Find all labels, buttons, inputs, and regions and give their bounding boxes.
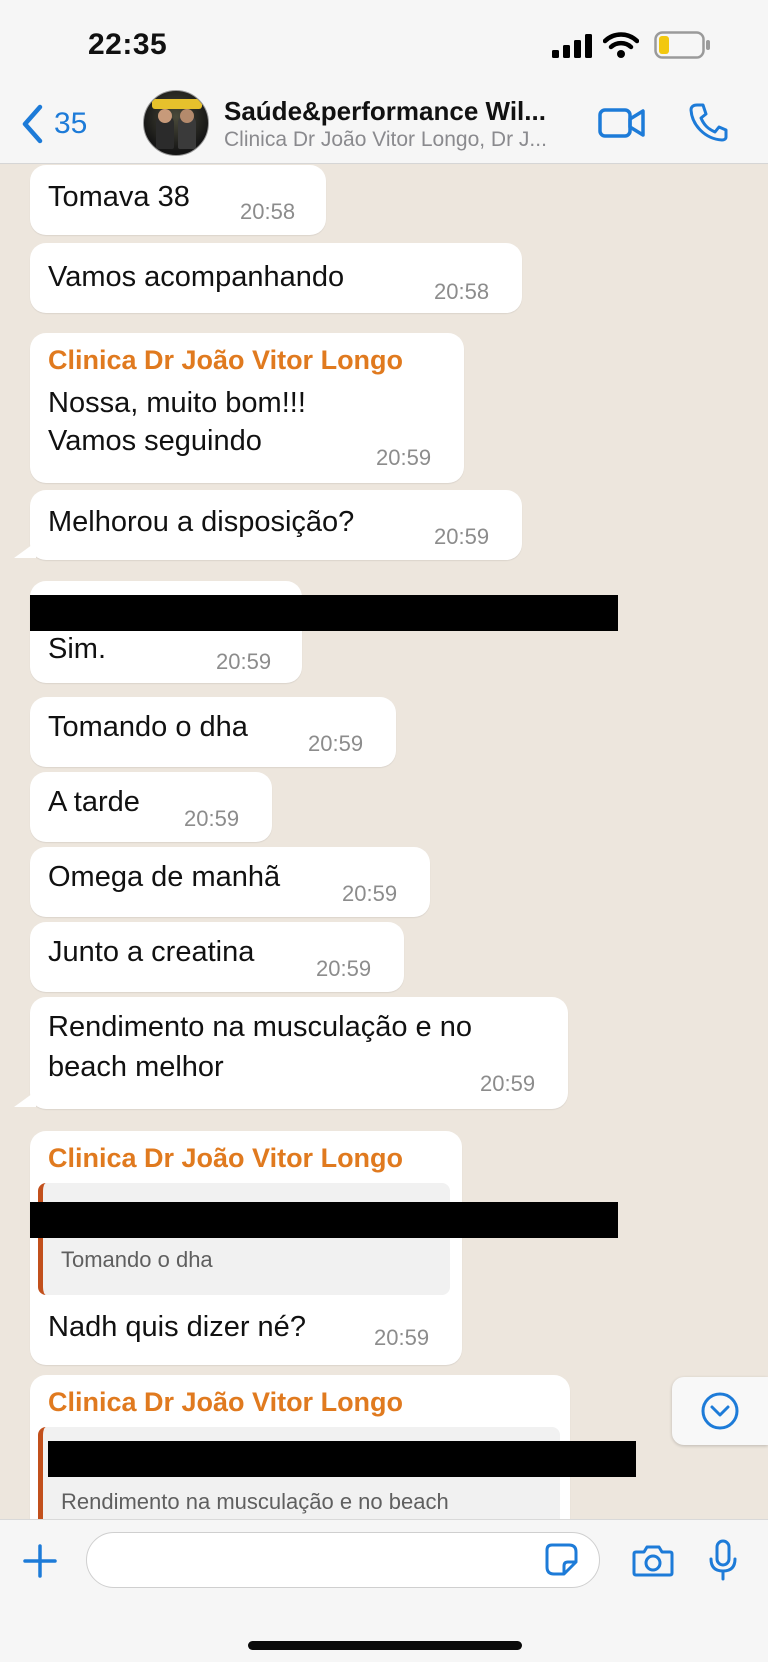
chat-participants[interactable]: Clinica Dr João Vitor Longo, Dr J... <box>224 128 547 152</box>
message-time: 20:59 <box>342 881 398 906</box>
message-time: 20:59 <box>184 806 240 831</box>
message-time: 20:59 <box>308 731 364 756</box>
message-text: A tarde <box>48 786 140 818</box>
message-text-line: Nossa, muito bom!!! <box>48 387 306 419</box>
redacted-block <box>48 1441 636 1477</box>
message-sender: Clinica Dr João Vitor Longo <box>48 1387 404 1417</box>
plus-icon[interactable] <box>22 1543 58 1579</box>
scroll-to-bottom-button[interactable] <box>672 1377 768 1445</box>
message-time: 20:58 <box>240 199 296 224</box>
message-time: 20:59 <box>480 1071 536 1096</box>
phone-icon[interactable] <box>688 102 728 142</box>
chat-title[interactable]: Saúde&performance Wil... <box>224 96 546 127</box>
back-button[interactable]: 35 <box>20 98 87 150</box>
message-bubble[interactable]: Melhorou a disposição? 20:59 <box>30 490 522 560</box>
message-bubble[interactable]: Clinica Dr João Vitor Longo Tomando o dh… <box>30 1131 462 1365</box>
message-text: Nadh quis dizer né? <box>48 1311 306 1343</box>
bubble-tail <box>14 542 36 558</box>
wifi-icon <box>603 32 639 58</box>
video-call-icon[interactable] <box>598 106 646 140</box>
message-bubble[interactable]: Rendimento na musculação e no beach melh… <box>30 997 568 1109</box>
group-avatar[interactable] <box>143 90 209 156</box>
message-bubble[interactable]: Clinica Dr João Vitor Longo Nossa, muito… <box>30 333 464 483</box>
unread-count: 35 <box>54 107 88 140</box>
message-text: Junto a creatina <box>48 936 255 968</box>
home-indicator[interactable] <box>248 1641 522 1650</box>
message-text-line: Rendimento na musculação e no <box>48 1011 472 1043</box>
message-text: Tomava 38 <box>48 181 190 213</box>
message-bubble[interactable]: Junto a creatina 20:59 <box>30 922 404 992</box>
message-text: Melhorou a disposição? <box>48 506 355 538</box>
message-sender: Clinica Dr João Vitor Longo <box>48 345 404 375</box>
message-text: Sim. <box>48 633 106 665</box>
message-bubble[interactable]: A tarde 20:59 <box>30 772 272 842</box>
redacted-block <box>30 595 618 631</box>
redacted-block <box>30 1202 618 1238</box>
message-input[interactable] <box>86 1532 600 1588</box>
camera-icon[interactable] <box>632 1542 674 1578</box>
message-time: 20:59 <box>216 649 272 674</box>
sticker-icon[interactable] <box>544 1542 580 1578</box>
message-bubble[interactable]: Tomava 38 20:58 <box>30 165 326 235</box>
message-time: 20:59 <box>316 956 372 981</box>
message-time: 20:59 <box>434 524 490 549</box>
chevron-down-icon <box>701 1392 739 1430</box>
quoted-text: Tomando o dha <box>61 1247 213 1272</box>
message-text-line: beach melhor <box>48 1051 224 1083</box>
chat-area[interactable]: Tomava 38 20:58 Vamos acompanhando 20:58… <box>0 165 768 1519</box>
status-time: 22:35 <box>88 28 168 61</box>
quoted-message[interactable]: Tomando o dha <box>38 1183 450 1295</box>
message-time: 20:59 <box>374 1325 430 1350</box>
message-text: Tomando o dha <box>48 711 248 743</box>
message-bubble[interactable]: Vamos acompanhando 20:58 <box>30 243 522 313</box>
message-text: Vamos acompanhando <box>48 261 345 293</box>
quoted-text: Rendimento na musculação e no beach <box>61 1489 449 1514</box>
bubble-tail <box>14 1091 36 1107</box>
message-sender: Clinica Dr João Vitor Longo <box>48 1143 404 1173</box>
message-text: Omega de manhã <box>48 861 281 893</box>
battery-icon <box>654 31 710 59</box>
message-time: 20:59 <box>376 445 432 470</box>
message-text-line: Vamos seguindo <box>48 425 262 457</box>
signal-icon <box>552 34 592 58</box>
chevron-left-icon <box>22 104 43 144</box>
message-time: 20:58 <box>434 279 490 304</box>
message-bubble[interactable]: Omega de manhã 20:59 <box>30 847 430 917</box>
message-bubble[interactable]: Tomando o dha 20:59 <box>30 697 396 767</box>
microphone-icon[interactable] <box>708 1538 738 1582</box>
